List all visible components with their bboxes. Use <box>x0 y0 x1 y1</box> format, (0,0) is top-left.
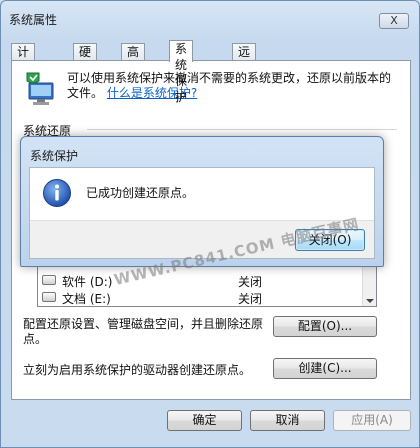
close-button[interactable]: X <box>379 13 409 29</box>
drive-status: 关闭 <box>238 275 263 289</box>
drive-status: 关闭 <box>238 292 263 306</box>
window-title: 系统属性 <box>9 13 58 27</box>
configure-description: 配置还原设置、管理磁盘空间，并且删除还原点。 <box>23 317 264 346</box>
success-dialog: 系统保护 已成功创建还原点。 关闭(O) <box>20 136 384 267</box>
drive-name: 软件 (D:) <box>62 275 113 289</box>
group-divider <box>87 129 397 130</box>
cancel-button[interactable]: 取消 <box>250 410 325 431</box>
drive-row[interactable]: 文档 (E:) 关闭 <box>42 289 362 306</box>
tab-computer-name[interactable]: 计算机名 <box>11 43 36 107</box>
drive-row[interactable]: 软件 (D:) 关闭 <box>42 272 362 289</box>
drive-name: 文档 (E:) <box>62 292 111 306</box>
dialog-message: 已成功创建还原点。 <box>86 186 195 200</box>
tab-system-protection[interactable]: 系统保护 <box>169 40 194 104</box>
dialog-title: 系统保护 <box>30 149 79 163</box>
title-bar: 系统属性 X <box>1 1 419 35</box>
tab-hardware[interactable]: 硬件 <box>73 43 98 75</box>
create-description: 立刻为启用系统保护的驱动器创建还原点。 <box>23 363 252 377</box>
apply-button[interactable]: 应用(A) <box>333 410 411 431</box>
configure-button[interactable]: 配置(O)... <box>273 316 377 337</box>
drive-icon <box>42 275 56 285</box>
dialog-body: 已成功创建还原点。 关闭(O) <box>29 167 375 259</box>
scroll-down-arrow-icon[interactable] <box>366 299 374 303</box>
info-icon <box>43 179 71 207</box>
tab-advanced[interactable]: 高级 <box>121 43 146 75</box>
intro-text: 可以使用系统保护来撤消不需要的系统更改，还原以前版本的文件。 什么是系统保护? <box>67 71 397 101</box>
system-protection-icon <box>26 72 54 105</box>
create-button[interactable]: 创建(C)... <box>273 358 377 379</box>
ok-button[interactable]: 确定 <box>167 410 242 431</box>
tab-remote[interactable]: 远程 <box>232 43 257 75</box>
system-properties-window: 系统属性 X 计算机名 硬件 高级 系统保护 远程 可以使用系统保护来撤消不需要… <box>0 0 420 448</box>
drive-icon <box>42 292 56 302</box>
